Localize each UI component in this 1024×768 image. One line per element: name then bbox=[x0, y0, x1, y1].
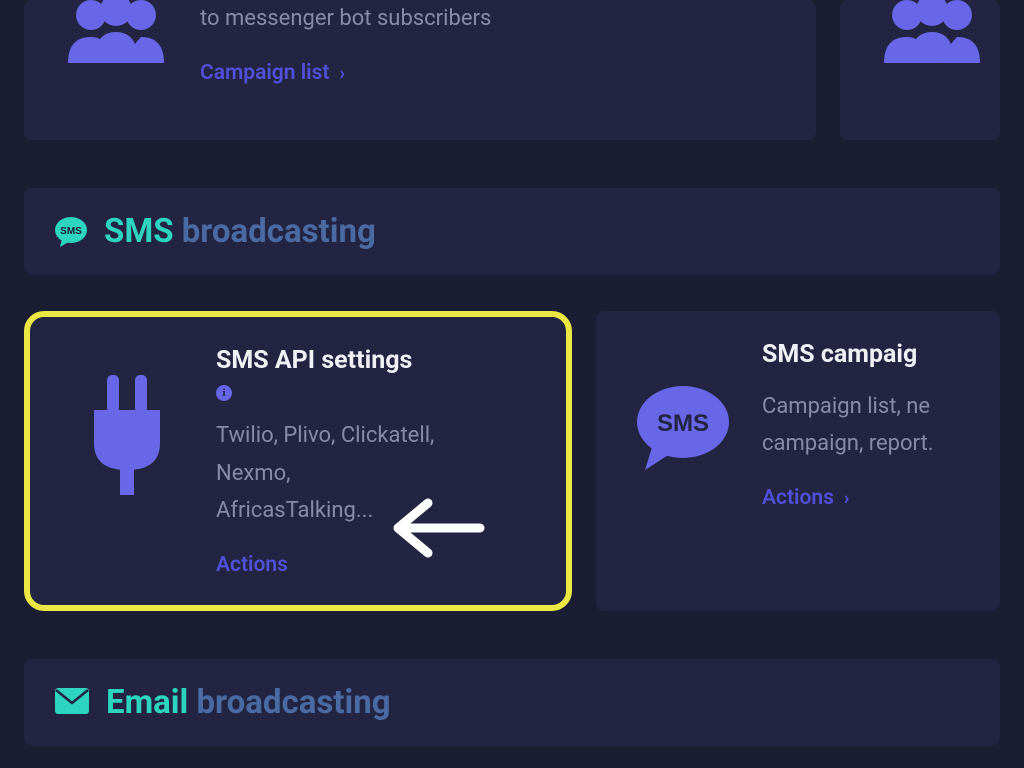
sms-card-row: SMS API settings Twilio, Plivo, Clickate… bbox=[24, 311, 1000, 611]
sms-bubble-icon: SMS bbox=[628, 339, 738, 519]
sms-api-settings-card[interactable]: SMS API settings Twilio, Plivo, Clickate… bbox=[24, 311, 572, 611]
sms-badge-icon: SMS bbox=[54, 215, 88, 249]
sms-section-header: SMS SMS broadcasting bbox=[24, 188, 1000, 275]
chevron-right-icon: › bbox=[844, 488, 849, 509]
sms-api-title: SMS API settings bbox=[216, 345, 534, 378]
sms-section-title: SMS broadcasting bbox=[104, 212, 376, 251]
info-icon[interactable] bbox=[216, 385, 232, 401]
email-section-header: Email broadcasting bbox=[24, 659, 1000, 746]
sms-campaign-card[interactable]: SMS SMS campaig Campaign list, ne campai… bbox=[596, 311, 1000, 611]
campaign-list-label: Campaign list bbox=[200, 61, 329, 85]
people-icon bbox=[56, 0, 176, 90]
sms-campaign-actions-label: Actions bbox=[762, 486, 834, 510]
sms-campaign-title: SMS campaig bbox=[762, 339, 968, 372]
sms-campaign-content: SMS campaig Campaign list, ne campaign, … bbox=[762, 339, 968, 510]
sms-campaign-desc: Campaign list, ne campaign, report. bbox=[762, 388, 968, 463]
plug-icon bbox=[62, 345, 192, 525]
email-section-title: Email broadcasting bbox=[106, 683, 391, 722]
messenger-card-desc: to messenger bot subscribers bbox=[200, 0, 784, 37]
campaign-list-link[interactable]: Campaign list › bbox=[200, 61, 345, 85]
sms-api-actions-link[interactable]: Actions bbox=[216, 553, 288, 577]
right-partial-card bbox=[840, 0, 1000, 140]
sms-title-first: SMS bbox=[104, 212, 174, 251]
svg-text:SMS: SMS bbox=[60, 226, 82, 237]
mail-icon bbox=[54, 687, 90, 719]
email-title-rest: broadcasting bbox=[196, 683, 390, 722]
sms-title-rest: broadcasting bbox=[182, 212, 376, 251]
sms-campaign-actions-link[interactable]: Actions › bbox=[762, 486, 849, 510]
messenger-card: to messenger bot subscribers Campaign li… bbox=[24, 0, 816, 140]
sms-api-actions-label: Actions bbox=[216, 553, 288, 577]
email-title-first: Email bbox=[106, 683, 188, 722]
chevron-right-icon: › bbox=[339, 63, 344, 84]
people-icon bbox=[872, 0, 992, 90]
arrow-annotation-icon bbox=[380, 493, 490, 567]
svg-text:SMS: SMS bbox=[657, 410, 709, 437]
top-card-row: to messenger bot subscribers Campaign li… bbox=[24, 0, 1000, 140]
messenger-card-content: to messenger bot subscribers Campaign li… bbox=[200, 0, 784, 85]
